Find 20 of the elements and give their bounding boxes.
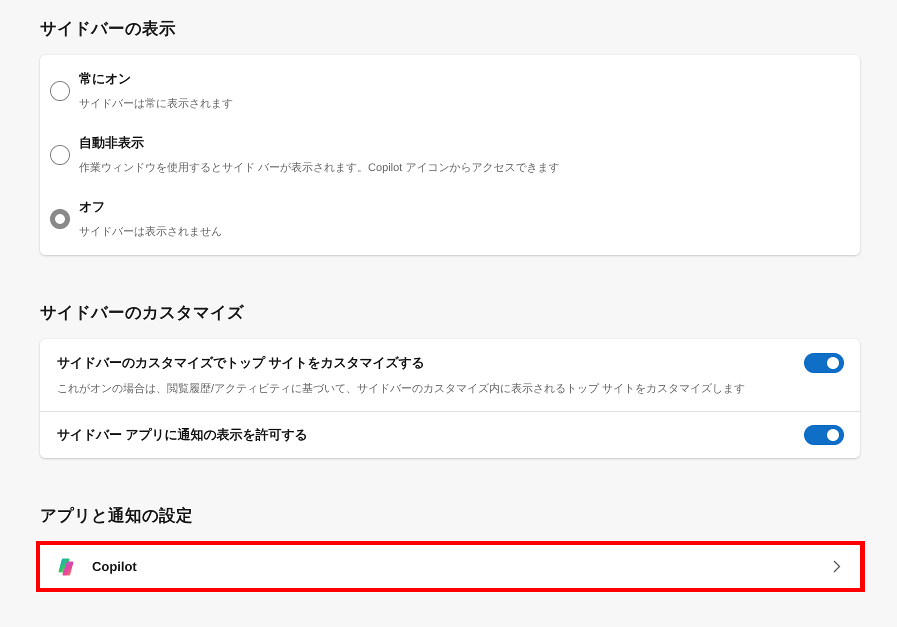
option-description: サイドバーは常に表示されます	[79, 97, 233, 112]
section-heading: アプリと通知の設定	[40, 506, 194, 527]
setting-label: サイドバーのカスタマイズでトップ サイトをカスタマイズする	[57, 354, 425, 372]
logo-icon	[57, 558, 75, 576]
toggle-switch[interactable]	[804, 353, 844, 373]
toggle-switch[interactable]	[804, 425, 844, 445]
option-description: サイドバーは表示されません	[79, 225, 222, 240]
option-description: 作業ウィンドウを使用するとサイド バーが表示されます。Copilot アイコンからアクセスできます	[79, 161, 560, 176]
setting-label: サイドバー アプリに通知の表示を許可する	[57, 426, 308, 444]
radio-button[interactable]	[50, 145, 70, 165]
option-label: 自動非表示	[79, 134, 144, 152]
radio-button[interactable]	[50, 209, 70, 229]
setting-description: これがオンの場合は、閲覧履歴/アクティビティに基づいて、サイドバーのカスタマイズ内に表示されるトップ サイトをカスタマイズします	[57, 382, 746, 397]
app-settings-row[interactable]: Copilot	[40, 545, 860, 588]
option-label: オフ	[79, 198, 105, 216]
chevron-right-icon	[833, 560, 841, 573]
section-heading: サイドバーのカスタマイズ	[40, 303, 245, 324]
option-label: 常にオン	[79, 70, 131, 88]
section-heading: サイドバーの表示	[40, 19, 177, 40]
radio-button[interactable]	[50, 81, 70, 101]
